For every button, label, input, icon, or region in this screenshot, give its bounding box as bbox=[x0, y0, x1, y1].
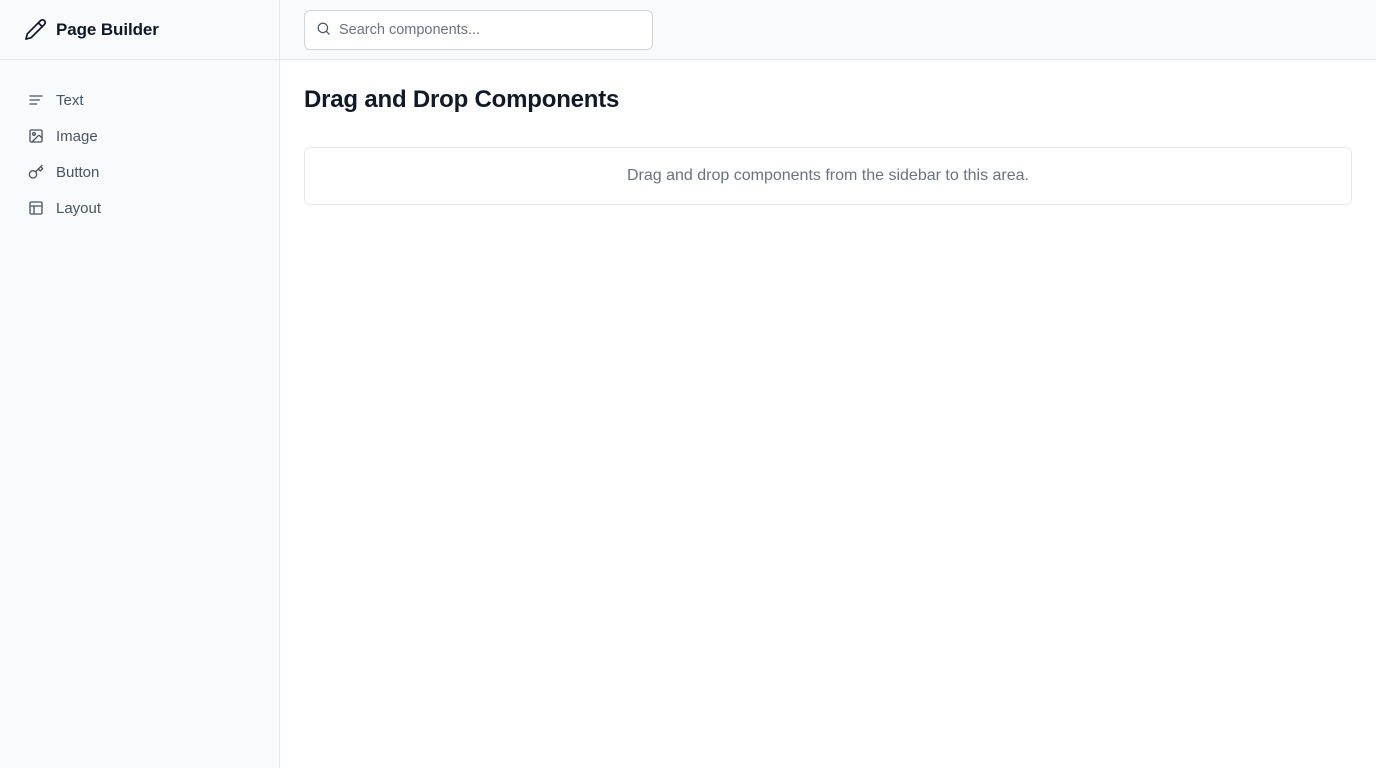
layout-icon bbox=[28, 200, 44, 216]
brand-header: Page Builder bbox=[0, 0, 279, 60]
sidebar-item-button[interactable]: Button bbox=[0, 154, 279, 190]
search-icon bbox=[316, 21, 331, 36]
main-area: Drag and Drop Components Drag and drop c… bbox=[280, 0, 1376, 768]
sidebar-item-image[interactable]: Image bbox=[0, 118, 279, 154]
page-title: Drag and Drop Components bbox=[304, 86, 620, 113]
sidebar-item-label: Image bbox=[56, 127, 98, 145]
top-bar bbox=[280, 0, 1376, 60]
drop-zone[interactable]: Drag and drop components from the sideba… bbox=[304, 147, 1352, 205]
search-box[interactable] bbox=[304, 9, 653, 50]
key-icon bbox=[28, 164, 44, 180]
app-title: Page Builder bbox=[56, 19, 159, 39]
text-lines-icon bbox=[28, 92, 44, 108]
pencil-icon bbox=[24, 18, 47, 41]
sidebar-item-label: Layout bbox=[56, 199, 102, 217]
app-root: Page Builder Text Image Button Layout Se… bbox=[0, 0, 1376, 768]
drop-zone-hint: Drag and drop components from the sideba… bbox=[627, 167, 1029, 184]
sidebar-item-label: Button bbox=[56, 163, 100, 181]
sidebar-item-text[interactable]: Text bbox=[0, 82, 279, 118]
sidebar-item-layout[interactable]: Layout bbox=[0, 190, 279, 226]
search-input[interactable] bbox=[339, 21, 629, 38]
sidebar-item-label: Text bbox=[56, 91, 84, 109]
canvas: Drag and Drop Components Drag and drop c… bbox=[280, 60, 1376, 205]
component-list: Text Image Button Layout bbox=[0, 60, 279, 226]
sidebar: Page Builder Text Image Button Layout bbox=[0, 0, 280, 768]
image-icon bbox=[28, 128, 44, 144]
